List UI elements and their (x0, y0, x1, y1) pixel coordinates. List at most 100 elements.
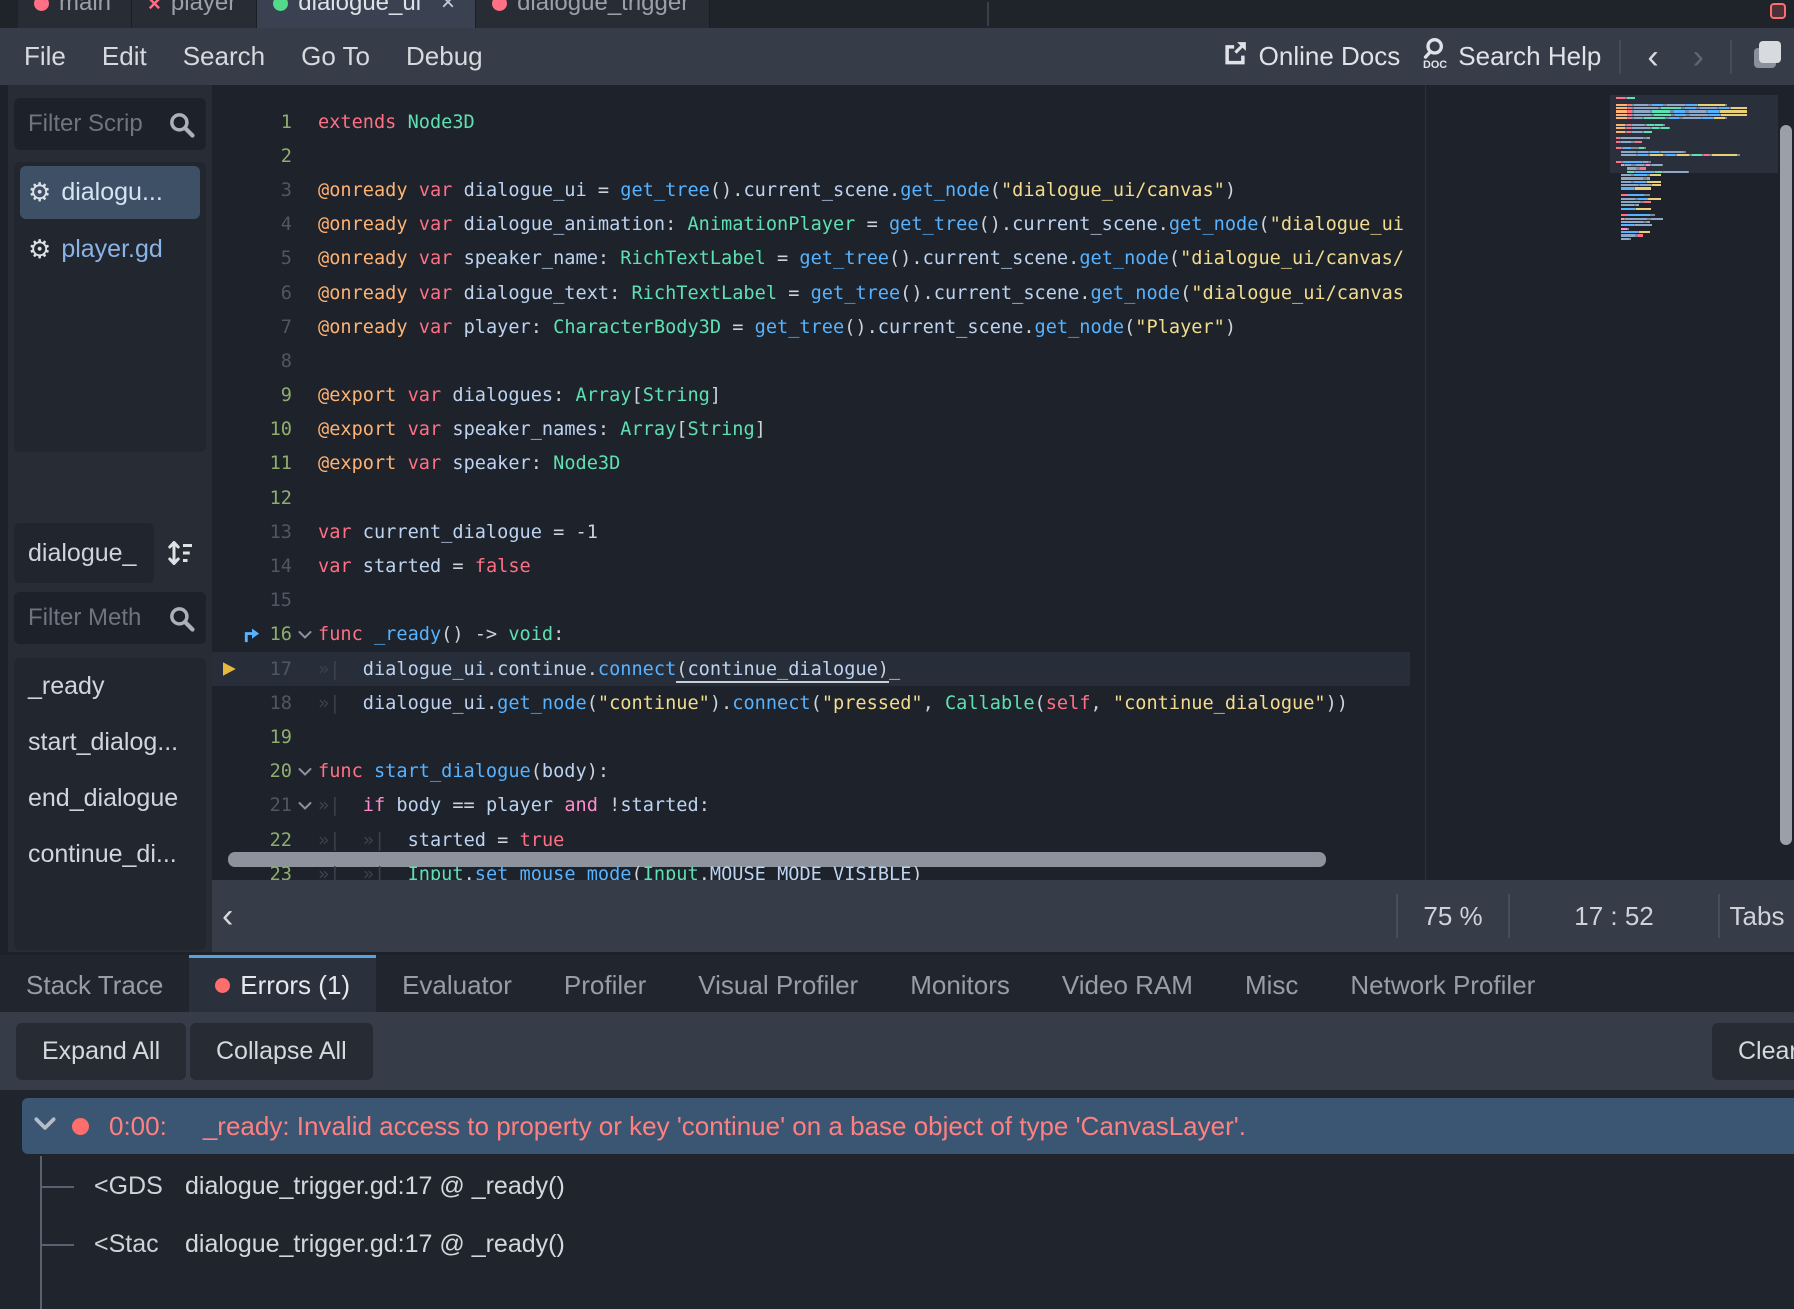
code-line-13[interactable]: 13var current_dialogue = -1 (212, 515, 1425, 549)
history-back-button[interactable]: ‹ (1639, 40, 1666, 74)
collapse-all-button[interactable]: Collapse All (190, 1023, 373, 1080)
svg-text:DOC: DOC (1423, 59, 1447, 70)
scene-tab-dialogue_ui[interactable]: dialogue_ui× (257, 0, 476, 28)
vertical-scrollbar-thumb[interactable] (1780, 125, 1792, 845)
code-line-2[interactable]: 2 (212, 139, 1425, 173)
code-line-16[interactable]: 16func _ready() -> void: (212, 618, 1425, 652)
clear-button[interactable]: Clear (1712, 1023, 1794, 1080)
code-line-20[interactable]: 20func start_dialogue(body): (212, 755, 1425, 789)
error-row[interactable]: 0:00: _ready: Invalid access to property… (22, 1098, 1794, 1154)
filter-methods-input[interactable] (14, 592, 206, 644)
scene-tab-player[interactable]: ×player (132, 0, 257, 28)
gutter-icons (212, 857, 262, 880)
method-item-_ready[interactable]: _ready (14, 658, 206, 714)
stack-frame-row[interactable]: <GDSdialogue_trigger.gd:17 @ _ready() (0, 1162, 1794, 1212)
float-panel-icon[interactable] (1750, 36, 1784, 77)
code-line-7[interactable]: 7@onready var player: CharacterBody3D = … (212, 310, 1425, 344)
menu-file[interactable]: File (24, 41, 66, 72)
gutter-icons (212, 481, 262, 515)
code-text: @onready var player: CharacterBody3D = g… (318, 317, 1425, 338)
code-line-4[interactable]: 4 @onready var dialogue_animation: Animat… (212, 208, 1425, 242)
method-item-continue_di[interactable]: continue_di... (14, 826, 206, 882)
debugger-tab-monitors[interactable]: Monitors (884, 955, 1036, 1012)
code-editor[interactable]: 1extends Node3D23@onready var dialogue_u… (212, 85, 1794, 880)
debugger-tab-misc[interactable]: Misc (1219, 955, 1324, 1012)
gutter-icons (212, 208, 262, 242)
chevron-down-icon[interactable] (34, 1116, 56, 1137)
frame-label: <Stac (94, 1230, 159, 1259)
script-item-playergd[interactable]: ⚙player.gd (20, 223, 200, 276)
debugger-panel: Stack Trace Errors (1)Evaluator Profiler Vi… (0, 955, 1794, 1309)
code-line-6[interactable]: 6@onready var dialogue_text: RichTextLab… (212, 276, 1425, 310)
code-line-5[interactable]: 5@onready var speaker_name: RichTextLabe… (212, 242, 1425, 276)
line-number: 3 (262, 180, 292, 201)
menu-items: File Edit Search Go To Debug (0, 41, 483, 72)
gutter-icons (212, 618, 262, 652)
filter-scripts-input[interactable] (14, 98, 206, 150)
minimap-line (1616, 224, 1652, 226)
line-number: 4 (262, 214, 292, 235)
expand-window-icon[interactable] (1770, 3, 1786, 19)
code-line-8[interactable]: 8 (212, 344, 1425, 378)
minimap[interactable] (1616, 97, 1778, 257)
menu-search[interactable]: Search (183, 41, 265, 72)
code-line-19[interactable]: 19 (212, 720, 1425, 754)
menu-edit[interactable]: Edit (102, 41, 147, 72)
script-item-dialogu[interactable]: ⚙dialogu... (20, 166, 200, 219)
code-line-14[interactable]: 14var started = false (212, 549, 1425, 583)
error-dot-icon (72, 1118, 89, 1135)
close-tab-icon[interactable]: × (441, 0, 455, 17)
code-line-11[interactable]: 11@export var speaker: Node3D (212, 447, 1425, 481)
debugger-tab-profiler[interactable]: Profiler (538, 955, 672, 1012)
fold-toggle[interactable] (292, 630, 318, 640)
debugger-tab-label: Profiler (564, 970, 646, 1001)
signal-connection-icon[interactable] (242, 625, 262, 645)
code-text: func _ready() -> void: (318, 624, 1425, 645)
code-text: var current_dialogue = -1 (318, 522, 1425, 543)
minimap-line (1616, 131, 1652, 133)
debugger-tab-label: Stack Trace (26, 970, 163, 1001)
fold-toggle[interactable] (292, 767, 318, 777)
zoom-level[interactable]: 75 % (1398, 880, 1508, 952)
debugger-tab-label: Video RAM (1062, 970, 1193, 1001)
indent-mode[interactable]: Tabs (1720, 880, 1794, 952)
gutter-icons (212, 105, 262, 139)
method-item-end_dialogue[interactable]: end_dialogue (14, 770, 206, 826)
debugger-tab-visual-profiler[interactable]: Visual Profiler (672, 955, 884, 1012)
code-line-1[interactable]: 1extends Node3D (212, 105, 1425, 139)
code-line-15[interactable]: 15 (212, 584, 1425, 618)
expand-all-button[interactable]: Expand All (16, 1023, 186, 1080)
debugger-tab-bar: Stack Trace Errors (1)Evaluator Profiler Vi… (0, 955, 1794, 1012)
vertical-scrollbar[interactable] (1780, 85, 1792, 880)
code-line-9[interactable]: 9@export var dialogues: Array[String] (212, 379, 1425, 413)
online-docs-button[interactable]: Online Docs (1221, 39, 1401, 74)
code-line-3[interactable]: 3@onready var dialogue_ui = get_tree().c… (212, 173, 1425, 207)
search-help-button[interactable]: DOC Search Help (1418, 36, 1601, 77)
code-line-12[interactable]: 12 (212, 481, 1425, 515)
debugger-tab-stack-trace[interactable]: Stack Trace (0, 955, 189, 1012)
tree-line (40, 1186, 74, 1188)
scene-tab-main[interactable]: main (18, 0, 132, 28)
menu-debug[interactable]: Debug (406, 41, 483, 72)
method-item-start_dialog[interactable]: start_dialog... (14, 714, 206, 770)
debugger-tab-evaluator[interactable]: Evaluator (376, 955, 538, 1012)
debugger-tab-network-profiler[interactable]: Network Profiler (1324, 955, 1561, 1012)
menu-go-to[interactable]: Go To (301, 41, 370, 72)
history-forward-button[interactable]: › (1685, 40, 1712, 74)
code-line-17[interactable]: 17»|dialogue_ui.continue.connect(continu… (212, 652, 1425, 686)
code-line-10[interactable]: 10@export var speaker_names: Array[Strin… (212, 413, 1425, 447)
debugger-tab-video-ram[interactable]: Video RAM (1036, 955, 1219, 1012)
gutter-icons (212, 755, 262, 789)
stack-frame-row[interactable]: <Stacdialogue_trigger.gd:17 @ _ready() (0, 1220, 1794, 1270)
collapse-sidebar-button[interactable]: ‹ (222, 897, 233, 936)
line-number: 1 (262, 112, 292, 133)
fold-toggle[interactable] (292, 801, 318, 811)
code-text: @onready var dialogue_animation: Animati… (318, 214, 1425, 235)
code-line-18[interactable]: 18»|dialogue_ui.get_node("continue").con… (212, 686, 1425, 720)
caret-position[interactable]: 17 : 52 (1510, 880, 1718, 952)
code-line-21[interactable]: 21»|if body == player and !started: (212, 789, 1425, 823)
scene-tab-dialogue_trigger[interactable]: dialogue_trigger (476, 0, 710, 28)
sort-methods-button[interactable] (158, 533, 202, 573)
divider (1730, 40, 1732, 74)
debugger-tab-errors-1-[interactable]: Errors (1) (189, 955, 376, 1012)
